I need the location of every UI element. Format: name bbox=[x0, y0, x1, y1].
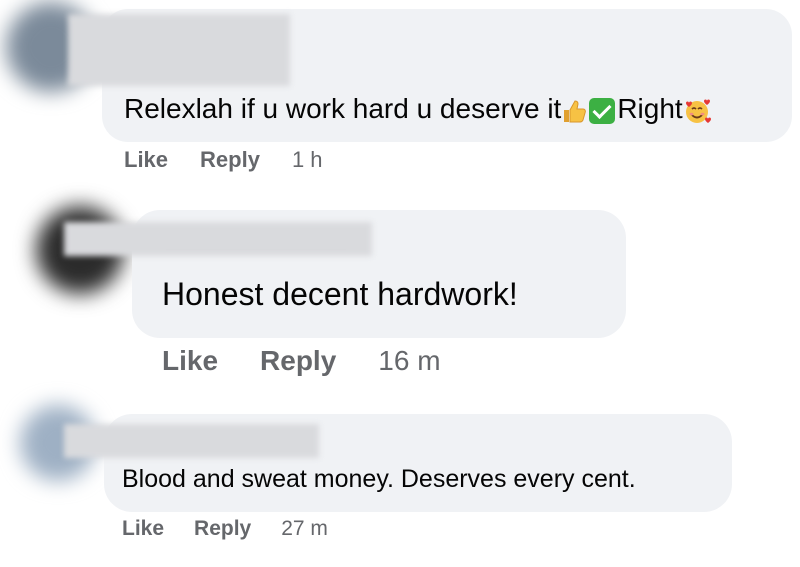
thumbs-up-icon bbox=[561, 98, 587, 124]
like-button[interactable]: Like bbox=[124, 147, 168, 173]
commenter-name-redacted[interactable] bbox=[64, 222, 372, 256]
reply-button[interactable]: Reply bbox=[200, 147, 260, 173]
comment-actions: Like Reply 1 h bbox=[124, 147, 323, 173]
comment-text: Honest decent hardwork! bbox=[162, 276, 518, 312]
comment-text: Blood and sweat money. Deserves every ce… bbox=[122, 465, 636, 493]
comment-emoji-word: Right bbox=[617, 93, 683, 124]
comment-actions: Like Reply 27 m bbox=[122, 517, 328, 541]
comment-timestamp[interactable]: 16 m bbox=[378, 345, 440, 377]
comment-text: Relexlah if u work hard u deserve it Righ… bbox=[124, 92, 711, 126]
like-button[interactable]: Like bbox=[162, 345, 218, 377]
comment-timestamp[interactable]: 1 h bbox=[292, 147, 323, 173]
commenter-name-redacted[interactable] bbox=[68, 14, 290, 86]
check-mark-button-icon bbox=[589, 97, 616, 124]
commenter-name-redacted[interactable] bbox=[64, 424, 319, 458]
reply-button[interactable]: Reply bbox=[194, 517, 251, 541]
comment-timestamp[interactable]: 27 m bbox=[281, 517, 328, 541]
smiling-face-with-hearts-icon bbox=[683, 97, 711, 125]
comment-actions: Like Reply 16 m bbox=[162, 345, 441, 377]
like-button[interactable]: Like bbox=[122, 517, 164, 541]
comment-body: Relexlah if u work hard u deserve it bbox=[124, 93, 562, 124]
reply-button[interactable]: Reply bbox=[260, 345, 336, 377]
